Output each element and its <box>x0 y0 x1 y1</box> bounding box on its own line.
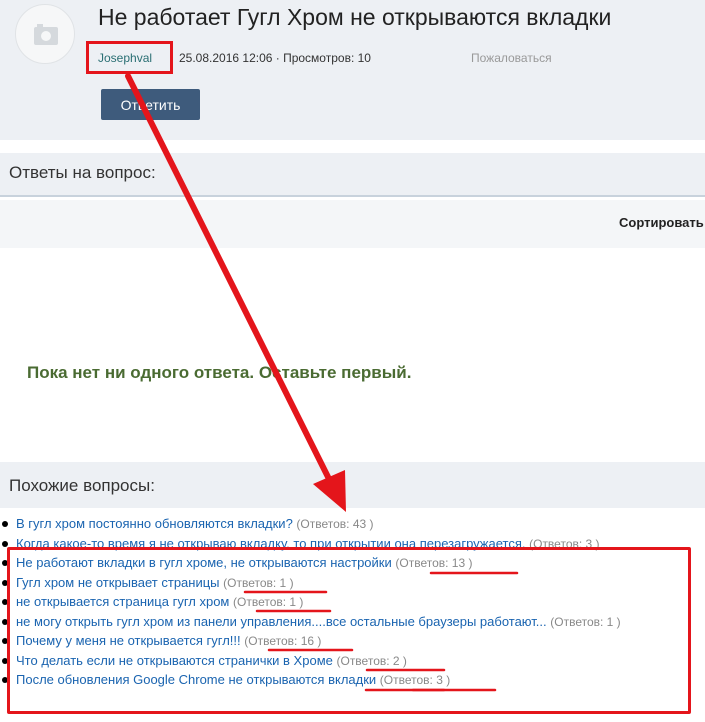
list-item: Что делать если не открываются странички… <box>0 651 705 671</box>
answer-count: (Ответов: 1 ) <box>223 575 294 590</box>
question-link[interactable]: В гугл хром постоянно обновляются вкладк… <box>16 516 293 531</box>
similar-section-header: Похожие вопросы: <box>0 462 705 508</box>
question-link[interactable]: После обновления Google Chrome не открыв… <box>16 672 376 687</box>
question-link[interactable]: не могу открыть гугл хром из панели упра… <box>16 614 547 629</box>
sort-label[interactable]: Сортировать <box>619 215 704 230</box>
answer-count: (Ответов: 16 ) <box>244 634 322 648</box>
answer-count: (Ответов: 13 ) <box>395 556 473 570</box>
author-link[interactable]: Josephval <box>98 51 152 65</box>
camera-icon <box>34 24 58 45</box>
list-item: Когда какое-то время я не открываю вклад… <box>0 534 705 554</box>
list-item: не открывается страница гугл хром (Ответ… <box>0 592 705 612</box>
question-link[interactable]: Когда какое-то время я не открываю вклад… <box>16 536 525 551</box>
answer-count: (Ответов: 3 ) <box>529 536 600 551</box>
question-link[interactable]: Почему у меня не открывается гугл!!! <box>16 633 241 648</box>
question-link[interactable]: Что делать если не открываются странички… <box>16 653 333 668</box>
list-item: Почему у меня не открывается гугл!!! (От… <box>0 631 705 651</box>
answers-heading: Ответы на вопрос: <box>9 163 156 182</box>
question-link[interactable]: Не работают вкладки в гугл хроме, не отк… <box>16 555 392 570</box>
report-link[interactable]: Пожаловаться <box>471 51 552 65</box>
page-title: Не работает Гугл Хром не открываются вкл… <box>98 4 612 30</box>
list-item: не могу открыть гугл хром из панели упра… <box>0 612 705 632</box>
answer-count: (Ответов: 3 ) <box>379 673 451 687</box>
reply-button[interactable]: Ответить <box>101 89 200 120</box>
list-item: Не работают вкладки в гугл хроме, не отк… <box>0 553 705 573</box>
answers-section-header: Ответы на вопрос: <box>0 153 705 197</box>
avatar[interactable] <box>15 4 75 64</box>
list-item: В гугл хром постоянно обновляются вкладк… <box>0 514 705 534</box>
no-answers-message: Пока нет ни одного ответа. Оставьте перв… <box>27 363 412 382</box>
similar-questions-list: В гугл хром постоянно обновляются вкладк… <box>0 514 705 690</box>
question-header: Не работает Гугл Хром не открываются вкл… <box>0 0 705 140</box>
answer-count: (Ответов: 2 ) <box>336 653 407 668</box>
question-meta: 25.08.2016 12:06 · Просмотров: 10 <box>179 51 371 65</box>
answer-count: (Ответов: 1 ) <box>233 595 304 609</box>
answer-count: (Ответов: 43 ) <box>296 517 374 531</box>
question-link[interactable]: не открывается страница гугл хром <box>16 594 229 609</box>
sort-bar: Сортировать <box>0 200 705 248</box>
similar-heading: Похожие вопросы: <box>9 476 155 495</box>
list-item: После обновления Google Chrome не открыв… <box>0 670 705 690</box>
answer-count: (Ответов: 1 ) <box>550 614 621 629</box>
question-link[interactable]: Гугл хром не открывает страницы <box>16 575 220 590</box>
list-item: Гугл хром не открывает страницы (Ответов… <box>0 573 705 593</box>
